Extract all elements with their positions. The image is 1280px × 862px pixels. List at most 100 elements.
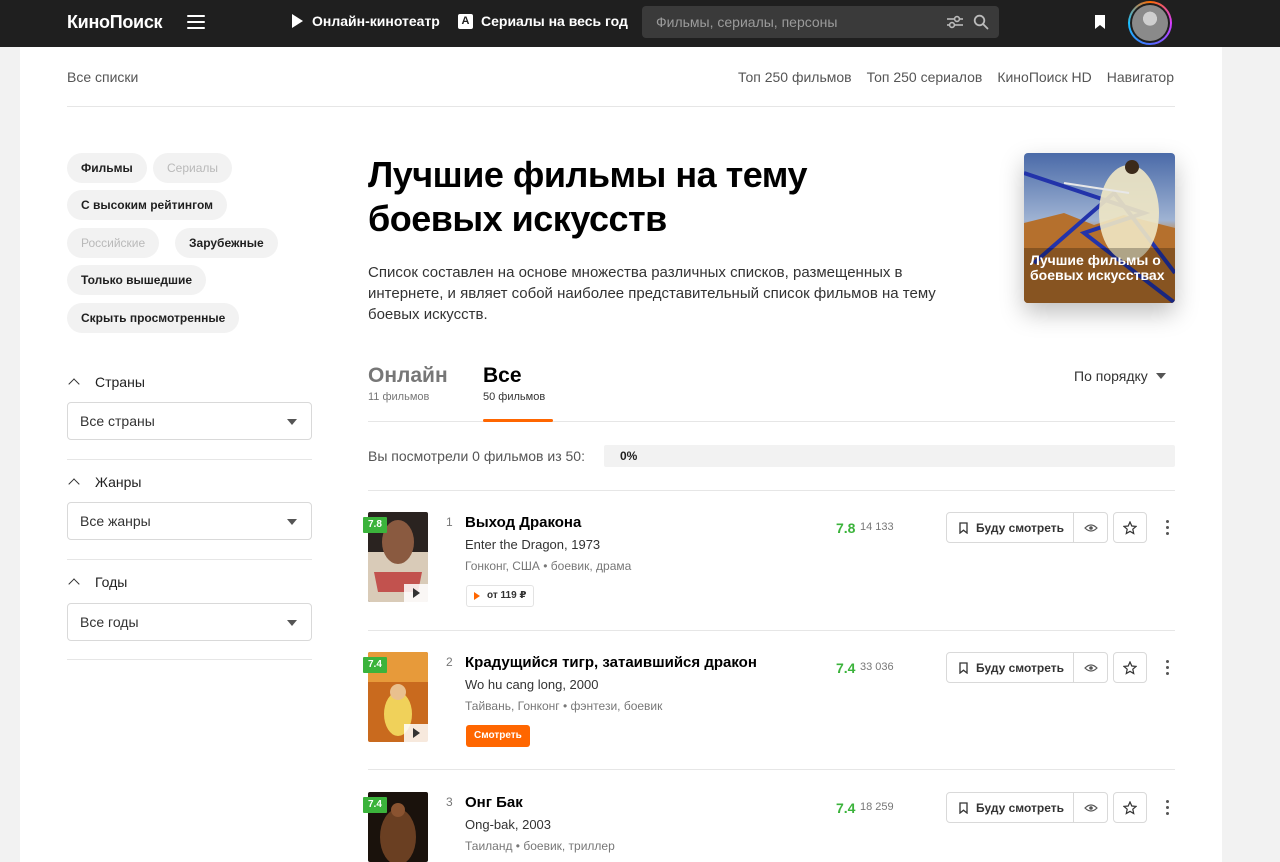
- countries-toggle[interactable]: Страны: [67, 374, 145, 390]
- film-meta: Гонконг, США • боевик, драма: [465, 559, 632, 573]
- all-lists-link[interactable]: Все списки: [67, 69, 138, 85]
- film-position: 3: [446, 795, 453, 809]
- watched-progress-bar: 0%: [604, 445, 1175, 467]
- film-title[interactable]: Онг Бак: [465, 794, 523, 811]
- mark-watched-button[interactable]: [1073, 512, 1108, 543]
- chevron-up-icon: [68, 378, 80, 390]
- menu-icon[interactable]: [187, 15, 205, 29]
- chip-released[interactable]: Только вышедшие: [67, 265, 207, 295]
- top250-films-link[interactable]: Топ 250 фильмов: [738, 69, 852, 85]
- film-title[interactable]: Крадущийся тигр, затаившийся дракон: [465, 654, 757, 671]
- want-to-watch-button[interactable]: Буду смотреть: [946, 512, 1074, 543]
- nav-online-cinema-link[interactable]: Онлайн-кинотеатр: [292, 13, 440, 29]
- trailer-play-icon[interactable]: [404, 724, 428, 742]
- top250-series-link[interactable]: Топ 250 сериалов: [867, 69, 983, 85]
- navigator-link[interactable]: Навигатор: [1107, 69, 1174, 85]
- chip-films[interactable]: Фильмы: [67, 153, 147, 183]
- tab-online[interactable]: Онлайн 11 фильмов: [368, 364, 448, 403]
- nav-series-label: Сериалы на весь год: [481, 13, 628, 29]
- more-options-icon[interactable]: [1160, 652, 1174, 683]
- chip-hide-watched[interactable]: Скрыть просмотренные: [67, 303, 240, 333]
- top-header: КиноПоиск Онлайн-кинотеатр A Сериалы на …: [0, 0, 1280, 47]
- tab-online-label: Онлайн: [368, 364, 448, 387]
- tab-all-label: Все: [483, 364, 522, 387]
- chip-high-rating[interactable]: С высоким рейтингом: [67, 190, 227, 220]
- bookmark-icon: [959, 661, 968, 674]
- tab-online-count: 11 фильмов: [368, 391, 430, 403]
- years-select[interactable]: Все годы: [67, 603, 312, 641]
- search-input[interactable]: [656, 6, 936, 38]
- play-icon: [474, 592, 480, 600]
- years-heading: Годы: [95, 574, 128, 590]
- page-title: Лучшие фильмы на тему боевых искусств: [368, 154, 807, 239]
- bookmark-icon: [959, 801, 968, 814]
- years-value: Все годы: [80, 614, 139, 630]
- film-position: 2: [446, 655, 453, 669]
- nav-series-link[interactable]: A Сериалы на весь год: [458, 13, 628, 29]
- nav-online-label: Онлайн-кинотеатр: [312, 13, 440, 29]
- filter-settings-icon[interactable]: [946, 14, 964, 30]
- star-icon: [1123, 660, 1137, 675]
- tab-all[interactable]: Все 50 фильмов: [483, 364, 545, 403]
- rate-button[interactable]: [1113, 652, 1147, 683]
- film-votes: 18 259: [860, 801, 894, 813]
- active-tab-indicator: [483, 419, 553, 422]
- more-options-icon[interactable]: [1160, 792, 1174, 823]
- film-meta: Тайвань, Гонконг • фэнтези, боевик: [465, 699, 663, 713]
- countries-heading: Страны: [95, 374, 145, 390]
- chevron-up-icon: [68, 478, 80, 490]
- kinopoisk-logo[interactable]: КиноПоиск: [67, 12, 163, 33]
- user-avatar[interactable]: [1128, 1, 1172, 45]
- caret-down-icon: [287, 519, 297, 525]
- eye-icon: [1083, 663, 1098, 672]
- film-rating: 7.8: [836, 520, 856, 536]
- film-votes: 14 133: [860, 521, 894, 533]
- sort-label: По порядку: [1074, 368, 1148, 384]
- search-icon[interactable]: [973, 14, 989, 30]
- bookmark-icon[interactable]: [1094, 14, 1106, 30]
- chip-foreign[interactable]: Зарубежные: [175, 228, 278, 258]
- mark-watched-button[interactable]: [1073, 792, 1108, 823]
- watched-progress-label: Вы посмотрели 0 фильмов из 50:: [368, 448, 585, 464]
- want-to-watch-label: Буду смотреть: [976, 520, 1065, 535]
- rating-badge: 7.4: [363, 797, 387, 813]
- genres-select[interactable]: Все жанры: [67, 502, 312, 540]
- tab-all-count: 50 фильмов: [483, 391, 546, 403]
- progress-percent: 0%: [620, 449, 638, 463]
- caret-down-icon: [287, 620, 297, 626]
- watch-button[interactable]: Смотреть: [466, 725, 530, 747]
- star-icon: [1123, 520, 1137, 535]
- play-icon: [292, 14, 303, 28]
- rating-badge: 7.8: [363, 517, 387, 533]
- film-rating: 7.4: [836, 800, 856, 816]
- rate-button[interactable]: [1113, 512, 1147, 543]
- film-title[interactable]: Выход Дракона: [465, 514, 581, 531]
- eye-icon: [1083, 523, 1098, 532]
- more-options-icon[interactable]: [1160, 512, 1174, 543]
- buy-price-button[interactable]: от 119 ₽: [466, 585, 535, 607]
- subnav-links: Топ 250 фильмов Топ 250 сериалов КиноПои…: [738, 69, 1174, 85]
- rate-button[interactable]: [1113, 792, 1147, 823]
- want-to-watch-button[interactable]: Буду смотреть: [946, 792, 1074, 823]
- trailer-play-icon[interactable]: [404, 584, 428, 602]
- mark-watched-button[interactable]: [1073, 652, 1108, 683]
- chevron-up-icon: [68, 578, 80, 590]
- divider: [67, 459, 312, 460]
- want-to-watch-label: Буду смотреть: [976, 660, 1065, 675]
- cover-caption: Лучшие фильмы о боевых искусствах: [1030, 252, 1165, 283]
- caret-down-icon: [287, 419, 297, 425]
- want-to-watch-button[interactable]: Буду смотреть: [946, 652, 1074, 683]
- kinopoisk-hd-link[interactable]: КиноПоиск HD: [997, 69, 1091, 85]
- want-to-watch-label: Буду смотреть: [976, 800, 1065, 815]
- divider: [67, 106, 1175, 107]
- rating-badge: 7.4: [363, 657, 387, 673]
- genres-toggle[interactable]: Жанры: [67, 474, 141, 490]
- countries-select[interactable]: Все страны: [67, 402, 312, 440]
- years-toggle[interactable]: Годы: [67, 574, 127, 590]
- chip-series[interactable]: Сериалы: [153, 153, 233, 183]
- chip-russian[interactable]: Российские: [67, 228, 160, 258]
- countries-value: Все страны: [80, 413, 155, 429]
- genres-heading: Жанры: [95, 474, 142, 490]
- sort-dropdown[interactable]: По порядку: [1074, 368, 1166, 384]
- eye-icon: [1083, 803, 1098, 812]
